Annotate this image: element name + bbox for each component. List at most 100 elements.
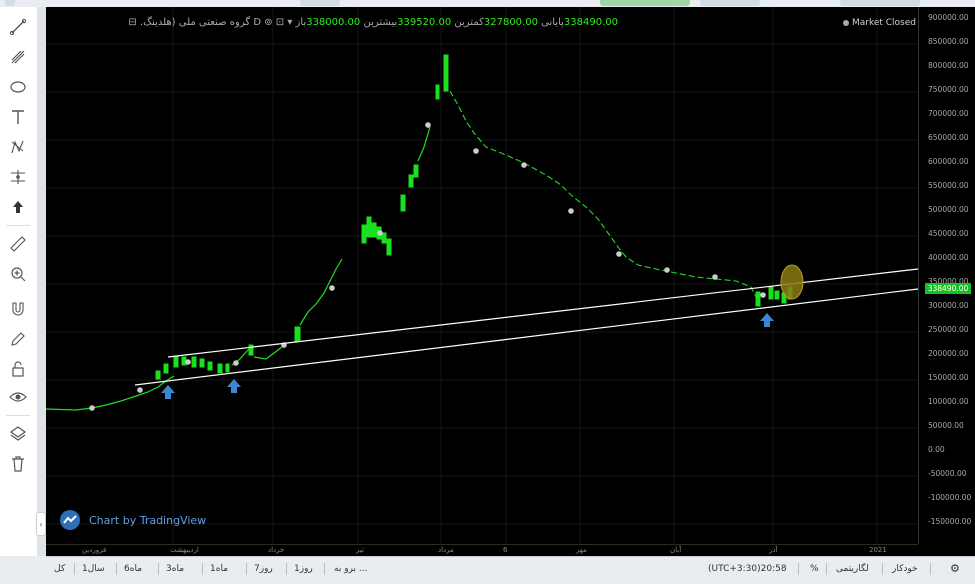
eye-icon[interactable] — [6, 385, 30, 409]
last-price-tag: 338490.00 — [925, 283, 971, 294]
price-tick-label: 0.00 — [928, 445, 945, 454]
separator — [930, 563, 931, 575]
toolbar-gutter — [37, 7, 46, 556]
top-tab[interactable] — [300, 0, 340, 6]
range-1d[interactable]: 1روز — [290, 562, 317, 576]
timezone-clock[interactable]: (UTC+3:30)20:58 — [704, 562, 791, 576]
separator — [246, 563, 247, 575]
candle — [155, 370, 161, 380]
price-axis[interactable]: 900000.00 850000.00 800000.00 750000.00 7000… — [918, 7, 975, 544]
prediction-tool-icon[interactable] — [6, 165, 30, 189]
upper-trendline — [167, 268, 918, 358]
shapes-tool-icon[interactable] — [6, 75, 30, 99]
candle — [381, 232, 387, 244]
range-7d[interactable]: 7روز — [250, 562, 277, 576]
candle — [225, 363, 230, 373]
layers-icon[interactable] — [6, 422, 30, 446]
time-label: مهر — [576, 546, 587, 554]
price-tick-label: 50000.00 — [928, 421, 964, 430]
auto-toggle[interactable]: خودکار — [888, 562, 922, 576]
separator — [74, 563, 75, 575]
price-tick-label: 750000.00 — [928, 85, 969, 94]
range-all[interactable]: کل — [50, 562, 69, 576]
text-tool-icon[interactable] — [6, 105, 30, 129]
price-tick-label: 600000.00 — [928, 157, 969, 166]
symbol-name[interactable]: گروه صنعتی ملی (هلدینگ. — [140, 17, 250, 28]
toolbar-divider — [6, 415, 30, 416]
price-tick-label: 650000.00 — [928, 133, 969, 142]
price-tick-label: 200000.00 — [928, 349, 969, 358]
top-tabs-strip — [0, 0, 975, 7]
arrow-up-tool-icon[interactable] — [6, 195, 30, 219]
top-tab[interactable] — [5, 0, 15, 6]
pattern-tool-icon[interactable] — [6, 135, 30, 159]
price-tick-label: 400000.00 — [928, 253, 969, 262]
trash-icon[interactable] — [6, 452, 30, 476]
candle — [294, 326, 301, 342]
price-tick-label: -150000.00 — [928, 517, 972, 526]
separator — [826, 563, 827, 575]
indicator-dots — [89, 122, 766, 411]
unlock-icon[interactable] — [6, 357, 30, 381]
arrow-up-icon — [227, 379, 241, 393]
candle — [163, 363, 169, 374]
log-toggle[interactable]: لگاریتمی — [832, 562, 873, 576]
settings-icon[interactable]: ▾ ⊡ ⊚ — [264, 17, 292, 28]
close-label: پایانی — [541, 17, 564, 28]
range-3m[interactable]: 3ماه — [162, 562, 188, 576]
separator — [202, 563, 203, 575]
chart-pane[interactable]: 338490.00پایانی 327800.00کمترین 339520.0… — [46, 7, 918, 544]
magnet-icon[interactable] — [6, 297, 30, 321]
draw-lock-pen-icon[interactable] — [6, 327, 30, 351]
market-status: Market Closed — [842, 18, 916, 28]
candle — [217, 363, 223, 374]
top-tab[interactable] — [840, 0, 920, 6]
pitchfork-tool-icon[interactable] — [6, 45, 30, 69]
zoom-in-icon[interactable] — [6, 262, 30, 286]
price-tick-label: 250000.00 — [928, 325, 969, 334]
price-tick-label: 800000.00 — [928, 61, 969, 70]
drawing-toolbar — [0, 7, 38, 556]
open-label: باز — [295, 17, 307, 28]
price-tick-label: -100000.00 — [928, 493, 972, 502]
price-tick-label: 150000.00 — [928, 373, 969, 382]
range-1m[interactable]: 1ماه — [206, 562, 232, 576]
candle — [386, 238, 392, 256]
top-tab[interactable] — [700, 0, 760, 6]
candle — [755, 291, 761, 307]
candle — [774, 290, 780, 300]
goto-date-button[interactable]: برو به ... — [330, 562, 371, 576]
separator — [798, 563, 799, 575]
candle — [199, 358, 205, 368]
time-label: مرداد — [438, 546, 454, 554]
collapse-legend-icon[interactable]: ⊟ — [128, 17, 136, 28]
ruler-tool-icon[interactable] — [6, 232, 30, 256]
time-label: فروردین — [82, 546, 107, 554]
trendline-tool-icon[interactable] — [6, 15, 30, 39]
symbol-legend: 338490.00پایانی 327800.00کمترین 339520.0… — [46, 17, 918, 31]
tradingview-watermark[interactable]: Chart by TradingView — [60, 510, 206, 530]
candle — [400, 194, 406, 212]
collapse-toolbar-handle[interactable]: ‹ — [36, 512, 46, 536]
top-tab-active[interactable] — [600, 0, 690, 6]
highlight-ellipse — [780, 264, 804, 300]
market-status-text: Market Closed — [851, 18, 916, 28]
separator — [324, 563, 325, 575]
time-label: 6 — [503, 546, 508, 554]
bottom-toolbar: کل 1سال 6ماه 3ماه 1ماه 7روز 1روز برو به … — [46, 556, 975, 584]
candle — [768, 286, 774, 300]
candle — [361, 224, 367, 244]
price-tick-label: 850000.00 — [928, 37, 969, 46]
arrow-up-icon — [760, 313, 774, 327]
open-value: 338000.00 — [306, 17, 361, 28]
range-6m[interactable]: 6ماه — [120, 562, 146, 576]
candle — [371, 222, 377, 238]
separator — [158, 563, 159, 575]
gear-icon[interactable]: ⚙ — [946, 562, 964, 576]
percent-toggle[interactable]: % — [806, 562, 823, 576]
candle — [435, 84, 440, 100]
range-1y[interactable]: 1سال — [78, 562, 109, 576]
time-label: آذر — [769, 546, 778, 554]
candle — [443, 54, 449, 92]
interval[interactable]: D — [253, 17, 261, 28]
